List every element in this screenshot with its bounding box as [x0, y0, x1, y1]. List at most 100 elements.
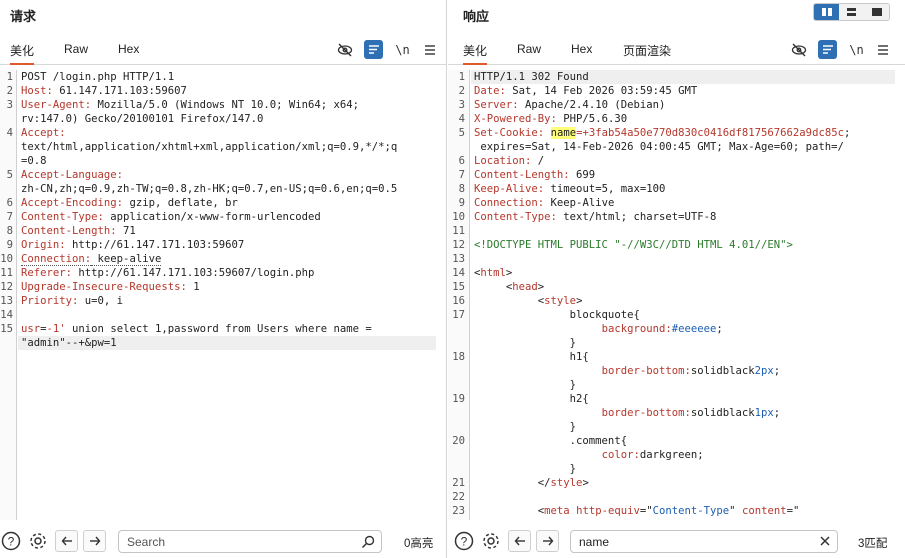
line-number: 15 — [452, 281, 465, 293]
tab-raw[interactable]: Raw — [517, 42, 541, 65]
layout-side-by-side-button[interactable] — [814, 4, 839, 20]
tab-pretty[interactable]: 美化 — [463, 42, 488, 65]
layout-toggle — [813, 3, 890, 21]
arrow-right-icon[interactable] — [536, 530, 559, 552]
line-number: 16 — [452, 295, 465, 307]
wrap-lines-icon[interactable] — [364, 40, 383, 59]
hamburger-menu-icon[interactable] — [873, 40, 892, 59]
newline-toggle[interactable]: \n — [847, 40, 866, 59]
code-token: } — [474, 337, 577, 349]
code-line: Accept-Language: — [21, 168, 123, 182]
code-line: Origin: http://61.147.171.103:59607 — [21, 238, 244, 252]
line-number: 6 — [458, 155, 465, 167]
line-number: 12 — [0, 281, 13, 293]
layout-stacked-button[interactable] — [839, 4, 864, 20]
code-token: Apache/2.4.10 (Debian) — [518, 99, 666, 111]
hamburger-menu-icon[interactable] — [420, 40, 439, 59]
arrow-right-icon[interactable] — [83, 530, 106, 552]
code-token: 61.147.171.103:59607 — [52, 85, 187, 97]
code-line: expires=Sat, 14-Feb-2026 04:00:45 GMT; M… — [474, 140, 844, 154]
code-line: Content-Type: application/x-www-form-url… — [21, 210, 321, 224]
code-line: rv:147.0) Gecko/20100101 Firefox/147.0 — [21, 112, 263, 126]
code-token: Content-Type — [652, 505, 730, 517]
tab-hex[interactable]: Hex — [118, 42, 139, 65]
code-token: content — [741, 505, 787, 517]
line-number: 5 — [6, 169, 13, 181]
help-icon[interactable]: ? — [0, 530, 22, 552]
eye-off-icon[interactable] — [789, 40, 808, 59]
code-line: Keep-Alive: timeout=5, max=100 — [474, 182, 665, 196]
layout-single-button[interactable] — [864, 4, 889, 20]
newline-toggle[interactable]: \n — [393, 40, 412, 59]
code-token: Date: — [474, 85, 506, 97]
code-token: Accept: — [21, 127, 66, 139]
request-editor[interactable]: 1 POST /login.php HTTP/1.1 2 Host: 61.147.1… — [0, 70, 446, 520]
code-line: X-Powered-By: PHP/5.6.30 — [474, 112, 627, 126]
code-line: Content-Type: text/html; charset=UTF-8 — [474, 210, 716, 224]
code-token: html — [480, 267, 506, 279]
line-number: 14 — [452, 267, 465, 279]
tab-raw[interactable]: Raw — [64, 42, 88, 65]
response-editor[interactable]: 1 HTTP/1.1 302 Found 2 Date: Sat, 14 Feb 20… — [448, 70, 905, 520]
code-token: Set-Cookie: — [474, 127, 545, 139]
search-input[interactable]: Search — [118, 530, 382, 553]
code-line: } — [474, 378, 576, 392]
svg-text:?: ? — [8, 535, 15, 549]
code-token: keep-alive — [91, 253, 162, 266]
code-token: User-Agent: — [21, 99, 92, 111]
code-token: Origin: — [21, 239, 66, 251]
line-number: 23 — [452, 505, 465, 517]
code-line: .comment{ — [474, 434, 627, 448]
code-line: } — [474, 336, 576, 350]
line-number: 3 — [458, 99, 465, 111]
code-token: Keep-Alive: — [474, 183, 545, 195]
tab-render[interactable]: 页面渲染 — [623, 42, 671, 65]
code-token: ; — [773, 407, 781, 419]
close-icon[interactable] — [819, 535, 831, 550]
code-line: </style> — [474, 476, 589, 490]
search-input[interactable]: name — [570, 530, 838, 553]
code-token: < — [474, 281, 513, 293]
code-token: Content-Length: — [21, 225, 117, 237]
line-number: 9 — [6, 239, 13, 251]
code-token: -1' — [46, 323, 66, 335]
line-number: 10 — [452, 211, 465, 223]
code-token: gzip, deflate, br — [123, 197, 238, 209]
eye-off-icon[interactable] — [335, 40, 354, 59]
code-line: h2{ — [474, 392, 589, 406]
code-token: ; — [843, 127, 851, 139]
code-line: h1{ — [474, 350, 589, 364]
code-token: Accept-Language: — [21, 169, 124, 181]
code-token: Sat, 14 Feb 2026 03:59:45 GMT — [505, 85, 698, 97]
code-token: } — [474, 379, 577, 391]
code-line: POST /login.php HTTP/1.1 — [21, 70, 174, 84]
help-icon[interactable]: ? — [453, 530, 475, 552]
line-number: 18 — [452, 351, 465, 363]
gear-icon[interactable] — [27, 530, 49, 552]
code-token: < — [474, 295, 545, 307]
gear-icon[interactable] — [480, 530, 502, 552]
code-line: <meta http-equiv="Content-Type" content=… — [474, 504, 800, 518]
search-icon[interactable] — [361, 535, 375, 552]
tab-hex[interactable]: Hex — [571, 42, 592, 65]
arrow-left-icon[interactable] — [55, 530, 78, 552]
wrap-lines-icon[interactable] — [818, 40, 837, 59]
code-token: "admin"--+&pw=1 — [21, 337, 117, 349]
line-number: 2 — [458, 85, 465, 97]
code-token: =+3fab54a50e770d830c0416df817567662a9dc8… — [576, 127, 844, 139]
code-token: h1{ — [474, 351, 589, 363]
code-token: 2px — [754, 365, 774, 377]
code-token: <!DOCTYPE HTML PUBLIC "-//W3C//DTD HTML … — [474, 239, 793, 251]
tab-pretty[interactable]: 美化 — [10, 42, 35, 65]
code-token: name — [550, 127, 577, 139]
request-pane: 请求 美化 Raw Hex \n 1 POST /login.php HTTP/1… — [0, 0, 447, 558]
search-placeholder: Search — [127, 535, 166, 549]
line-number: 10 — [0, 253, 13, 265]
arrow-left-icon[interactable] — [508, 530, 531, 552]
match-count: 0高亮 — [404, 538, 434, 550]
code-line: Accept-Encoding: gzip, deflate, br — [21, 196, 238, 210]
code-token: Mozilla/5.0 (Windows NT 10.0; Win64; x64… — [91, 99, 360, 111]
